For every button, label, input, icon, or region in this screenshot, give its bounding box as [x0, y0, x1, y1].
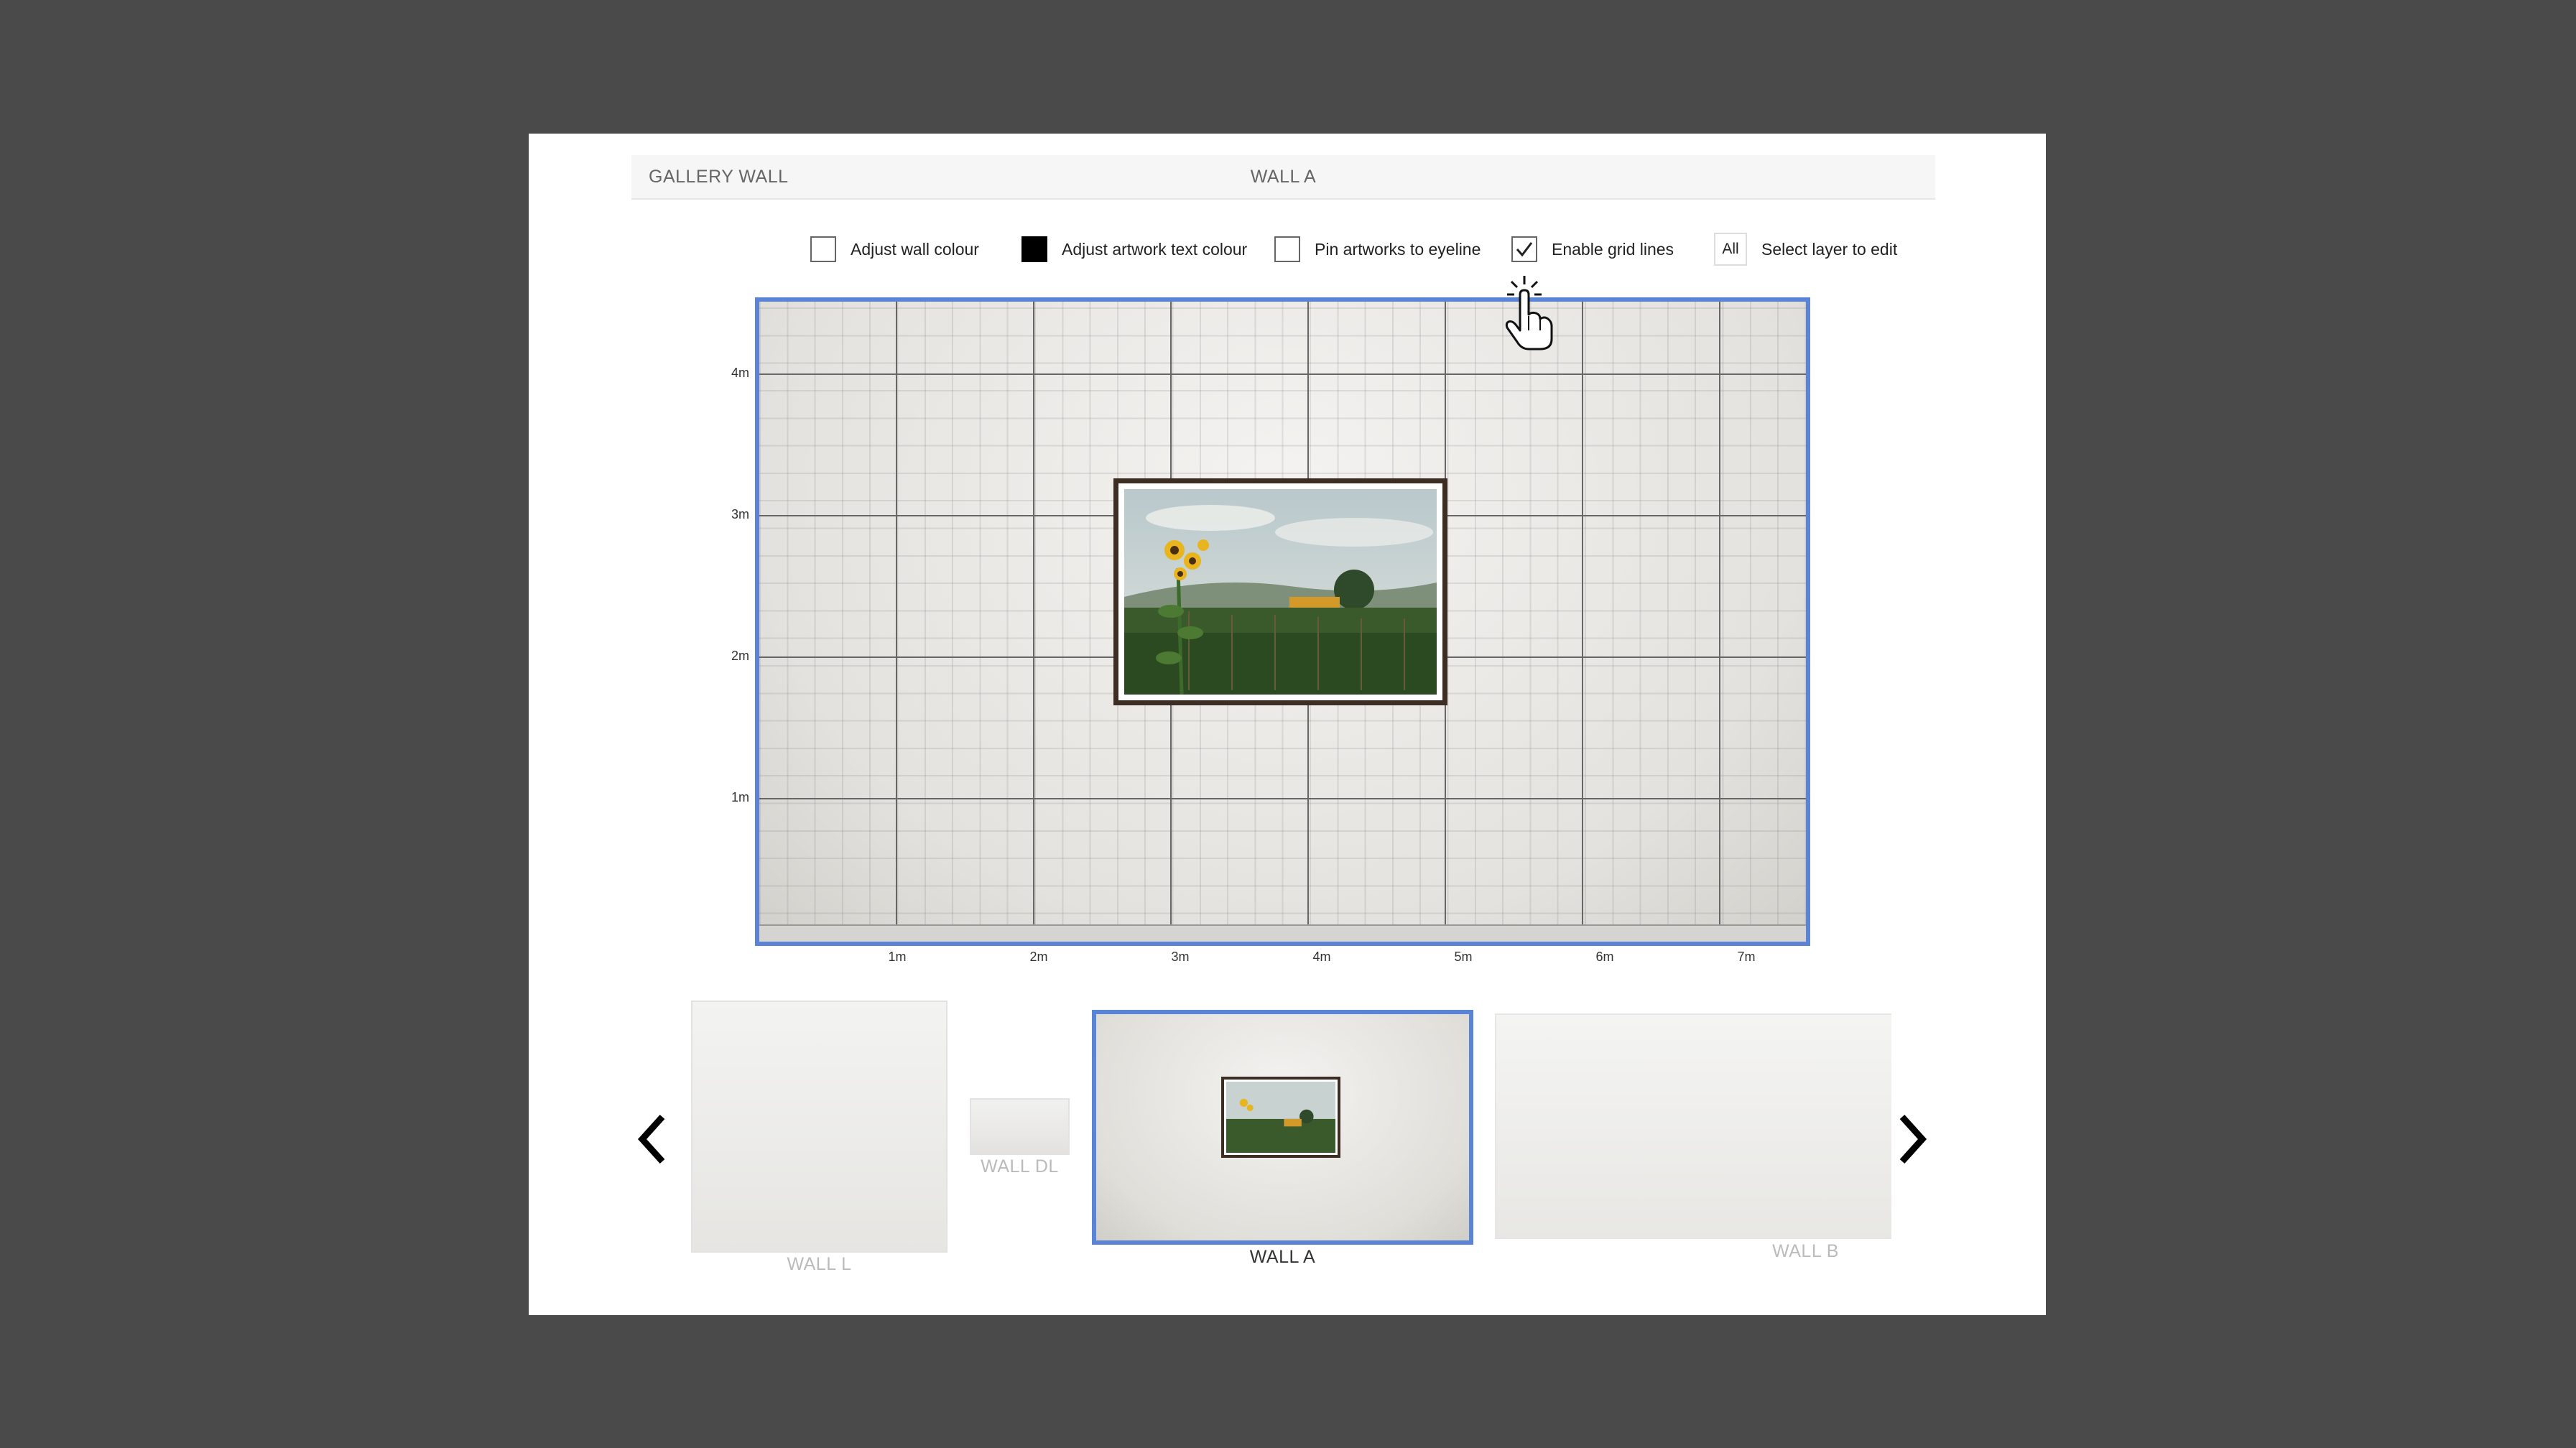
enable-grid-lines-checkbox[interactable]: [1511, 236, 1537, 262]
thumbnail-wall-a[interactable]: [1092, 1010, 1473, 1245]
y-tick-4m: 4m: [731, 366, 749, 380]
y-tick-1m: 1m: [731, 790, 749, 804]
x-tick-7m: 7m: [1737, 950, 1756, 964]
wall-floor: [759, 924, 1806, 942]
chevron-right-icon[interactable]: [1891, 1107, 1934, 1171]
adjust-wall-colour-checkbox[interactable]: [810, 236, 836, 262]
thumbnail-wall-dl[interactable]: [970, 1098, 1070, 1155]
thumbnail-label-wall-b: WALL B: [1772, 1241, 1839, 1261]
thumbnail-label-wall-a: WALL A: [1249, 1247, 1316, 1267]
header-bar: GALLERY WALL WALL A: [631, 155, 1935, 200]
thumbnail-sunflower-photo: [1226, 1082, 1335, 1153]
thumbnail-label-wall-dl: WALL DL: [981, 1156, 1059, 1176]
checkmark-icon: [1516, 242, 1533, 257]
adjust-wall-colour-label: Adjust wall colour: [851, 239, 979, 259]
grid-line: [1582, 302, 1583, 926]
enable-grid-lines-option[interactable]: Enable grid lines: [1511, 233, 1674, 266]
adjust-artwork-text-colour-label: Adjust artwork text colour: [1062, 239, 1248, 259]
layer-select-option[interactable]: All Select layer to edit: [1714, 233, 1897, 266]
artwork-sunflower-frame[interactable]: [1113, 478, 1447, 705]
thumbnail-artwork: [1221, 1077, 1340, 1158]
wall-title: WALL A: [1250, 167, 1317, 187]
thumbnail-wall-b[interactable]: [1495, 1013, 1891, 1239]
enable-grid-lines-label: Enable grid lines: [1552, 239, 1674, 259]
x-tick-1m: 1m: [888, 950, 907, 964]
pin-to-eyeline-option[interactable]: Pin artworks to eyeline: [1274, 233, 1481, 266]
pin-to-eyeline-checkbox[interactable]: [1274, 236, 1300, 262]
x-tick-4m: 4m: [1312, 950, 1331, 964]
x-tick-2m: 2m: [1029, 950, 1048, 964]
sunflower-photo: [1124, 489, 1437, 695]
chevron-left-icon[interactable]: [631, 1107, 674, 1171]
layer-select-box[interactable]: All: [1714, 233, 1747, 266]
grid-line: [759, 798, 1806, 799]
pin-to-eyeline-label: Pin artworks to eyeline: [1315, 239, 1481, 259]
x-tick-3m: 3m: [1171, 950, 1190, 964]
x-tick-6m: 6m: [1595, 950, 1614, 964]
grid-line: [1033, 302, 1034, 926]
thumbnail-label-wall-l: WALL L: [787, 1254, 852, 1274]
adjust-artwork-text-colour-option[interactable]: Adjust artwork text colour: [1021, 233, 1247, 266]
x-tick-5m: 5m: [1454, 950, 1473, 964]
grid-line: [896, 302, 897, 926]
hand-pointer-icon: [1505, 276, 1553, 351]
layer-select-label: Select layer to edit: [1761, 239, 1898, 259]
grid-line: [759, 373, 1806, 375]
grid-line: [1719, 302, 1720, 926]
y-tick-3m: 3m: [731, 507, 749, 521]
y-tick-2m: 2m: [731, 649, 749, 663]
wall-options-bar: Adjust wall colour Adjust artwork text c…: [529, 233, 2046, 266]
artwork-text-colour-swatch[interactable]: [1021, 236, 1047, 262]
adjust-wall-colour-option[interactable]: Adjust wall colour: [810, 233, 979, 266]
thumbnail-wall-l[interactable]: [691, 1001, 948, 1253]
